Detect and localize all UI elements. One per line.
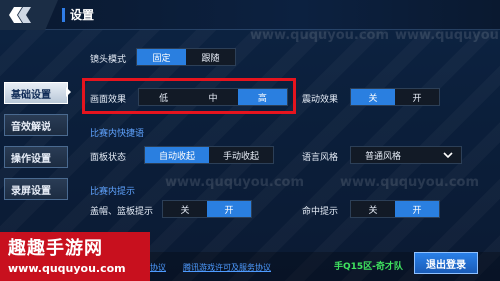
page-title: 设置 <box>70 8 95 22</box>
sidebar-active-arrow-icon <box>66 87 71 97</box>
chevron-down-icon <box>443 152 453 159</box>
sidebar-item-label: 操作设置 <box>11 153 51 165</box>
hints-section-title: 比赛内提示 <box>90 187 136 197</box>
vibration-on-option[interactable]: 开 <box>395 89 439 105</box>
server-info: 手Q15区-奇才队 <box>334 262 403 272</box>
sidebar-item-controls[interactable]: 操作设置 <box>4 146 68 168</box>
panel-state-toggle: 自动收起 手动收起 <box>144 146 274 164</box>
hit-hint-toggle: 关 开 <box>350 200 440 218</box>
highlight-box <box>82 78 296 114</box>
camera-mode-label: 镜头模式 <box>90 55 127 65</box>
panel-auto-collapse-option[interactable]: 自动收起 <box>145 147 209 163</box>
watermark-text: www.ququyou.com <box>165 175 305 190</box>
hit-hint-on-option[interactable]: 开 <box>395 201 439 217</box>
panel-state-label: 面板状态 <box>90 153 127 163</box>
watermark-text: www.ququyou.com <box>340 175 480 190</box>
logout-label: 退出登录 <box>426 259 466 271</box>
hit-hint-label: 命中提示 <box>302 207 339 217</box>
vibration-label: 震动效果 <box>302 95 339 105</box>
sidebar-item-label: 音效解说 <box>11 121 51 133</box>
camera-mode-toggle: 固定 跟随 <box>136 48 236 66</box>
title-accent <box>62 8 65 22</box>
vibration-toggle: 关 开 <box>350 88 440 106</box>
license-agreement-link[interactable]: 腾讯游戏许可及服务协议 <box>183 262 271 273</box>
watermark-text: www.ququyou.com <box>250 28 390 43</box>
sidebar-item-label: 基础设置 <box>11 89 51 101</box>
voice-style-dropdown[interactable]: 普通风格 <box>350 146 462 164</box>
hit-hint-off-option[interactable]: 关 <box>351 201 395 217</box>
logout-button[interactable]: 退出登录 <box>414 252 478 274</box>
back-arrow-icon[interactable] <box>8 4 34 26</box>
sidebar-item-audio[interactable]: 音效解说 <box>4 114 68 136</box>
quick-chat-section-title: 比赛内快捷语 <box>90 129 145 139</box>
voice-style-value: 普通风格 <box>365 151 402 162</box>
voice-style-label: 语言风格 <box>302 153 339 163</box>
watermark-text: www.ququyou.com <box>395 28 500 43</box>
vibration-off-option[interactable]: 关 <box>351 89 395 105</box>
sidebar-item-recording[interactable]: 录屏设置 <box>4 178 68 200</box>
watermark-url: www.ququyou.com <box>8 262 126 275</box>
panel-manual-collapse-option[interactable]: 手动收起 <box>209 147 273 163</box>
camera-fixed-option[interactable]: 固定 <box>137 49 186 65</box>
cap-block-label: 盖帽、篮板提示 <box>90 207 154 217</box>
sidebar-item-label: 录屏设置 <box>11 185 51 197</box>
cap-block-toggle: 关 开 <box>162 200 252 218</box>
cap-block-on-option[interactable]: 开 <box>207 201 251 217</box>
watermark-brand: 趣趣手游网 <box>8 238 103 259</box>
agreement-link[interactable]: 协议 <box>150 262 166 273</box>
cap-block-off-option[interactable]: 关 <box>163 201 207 217</box>
sidebar-item-basic[interactable]: 基础设置 <box>4 82 68 104</box>
camera-follow-option[interactable]: 跟随 <box>186 49 235 65</box>
